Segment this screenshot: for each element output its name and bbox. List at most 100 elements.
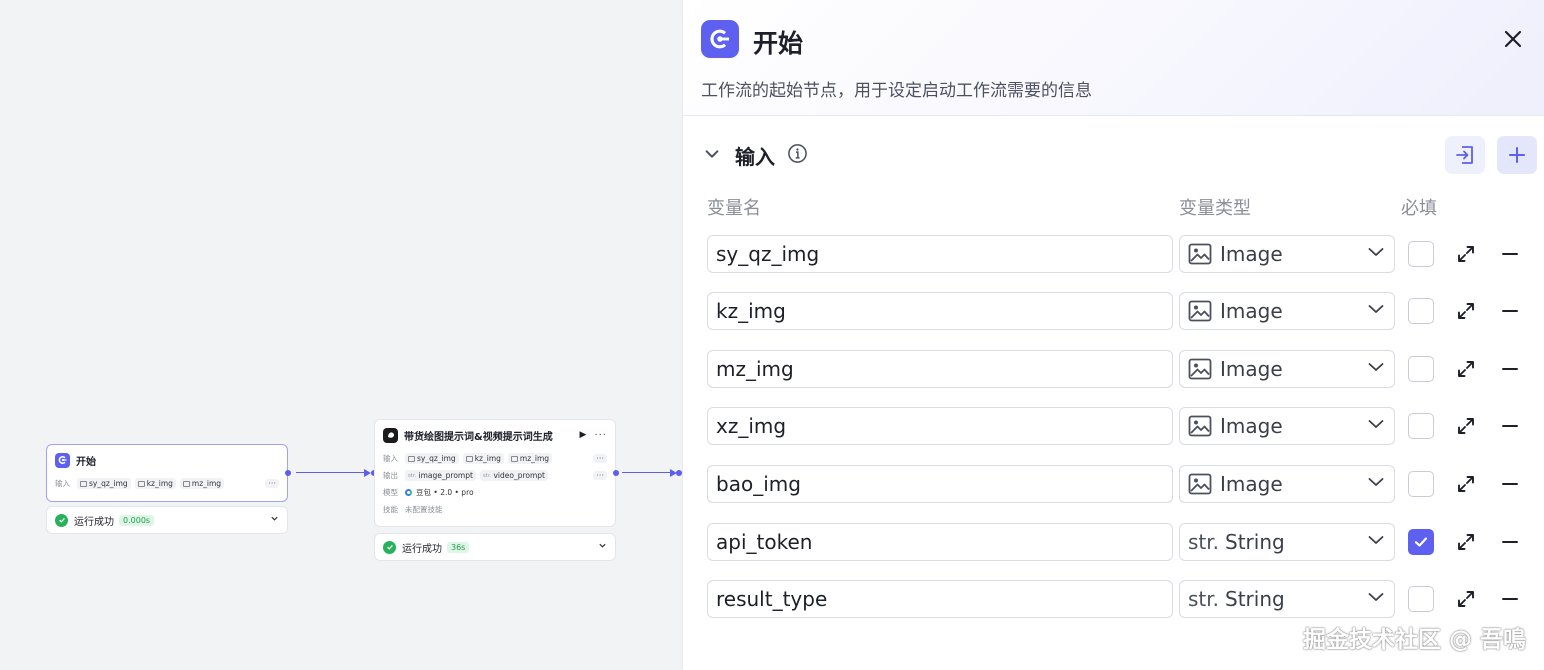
run-icon[interactable]: ▶ [580,430,587,440]
node-config-panel: 开始 工作流的起始节点，用于设定启动工作流需要的信息 输入 变量名 变量类型 必… [682,0,1544,670]
variable-type-select[interactable]: Image [1179,292,1395,330]
variable-name-input[interactable] [707,580,1173,618]
llm-node-status[interactable]: 运行成功 36s [374,533,616,561]
skill-label: 技能 [383,505,398,514]
required-checkbox[interactable] [1408,241,1434,267]
edge-start-to-llm [296,472,364,473]
close-button[interactable] [1498,24,1528,54]
remove-variable-button[interactable] [1499,243,1521,265]
expand-icon [1458,476,1474,492]
add-variable-button[interactable] [1497,136,1537,174]
minus-icon [1502,425,1518,427]
variable-name-input[interactable] [707,292,1173,330]
llm-node-output-port[interactable] [613,470,619,476]
image-icon [465,455,473,462]
image-icon [1188,358,1212,380]
variable-name-input[interactable] [707,407,1173,445]
llm-node-inputs: 输入 sy_qz_img kz_img mz_img ··· [375,450,615,467]
llm-node-model: 模型 豆包 • 2.0 • pro [375,484,615,501]
chevron-down-icon [1366,299,1386,323]
image-icon [1188,300,1212,322]
more-outputs-button[interactable]: ··· [593,471,607,480]
expand-button[interactable] [1455,415,1477,437]
expand-icon [1458,534,1474,550]
variable-name-input[interactable] [707,465,1173,503]
status-text: 运行成功 [74,516,114,528]
image-icon [182,480,190,487]
chevron-down-icon [1366,587,1386,611]
expand-button[interactable] [1455,588,1477,610]
variable-type-select[interactable]: Image [1179,407,1395,445]
start-node[interactable]: 开始 输入 sy_qz_img kz_img mz_img ··· [46,444,288,502]
required-checkbox[interactable] [1408,529,1434,555]
expand-button[interactable] [1455,531,1477,553]
success-check-icon [55,513,68,527]
image-icon [80,480,87,487]
remove-variable-button[interactable] [1499,415,1521,437]
variable-type-select[interactable]: str. String [1179,523,1395,561]
plus-icon [1509,147,1525,163]
variable-type-select[interactable]: Image [1179,235,1395,273]
llm-node[interactable]: 带货绘图提示词&视频提示词生成 ▶ ··· 输入 sy_qz_img kz_im… [374,419,616,527]
start-node-status[interactable]: 运行成功 0.000s [46,506,288,534]
import-icon [1456,146,1473,164]
info-icon[interactable] [787,143,808,168]
start-node-output-port[interactable] [285,470,291,476]
expand-icon [1458,418,1474,434]
model-value: 豆包 • 2.0 • pro [416,488,474,497]
remove-variable-button[interactable] [1499,358,1521,380]
variable-name-input[interactable] [707,235,1173,273]
required-checkbox[interactable] [1408,413,1434,439]
input-chip: mz_img [179,478,225,489]
input-chip: sy_qz_img [405,453,459,464]
expand-button[interactable] [1455,473,1477,495]
chevron-down-icon[interactable] [270,514,279,526]
variable-name-input[interactable] [707,350,1173,388]
chevron-down-icon[interactable] [703,145,721,167]
image-icon [1188,473,1212,495]
image-icon [408,455,415,462]
required-checkbox[interactable] [1408,356,1434,382]
more-inputs-button[interactable]: ··· [593,454,607,463]
variable-type-label: String [1225,530,1285,554]
more-icon[interactable]: ··· [594,430,607,441]
image-icon [1188,415,1212,437]
output-chip: str. image_prompt [405,470,476,481]
remove-variable-button[interactable] [1499,473,1521,495]
required-checkbox[interactable] [1408,298,1434,324]
string-icon: str. [1188,530,1220,554]
remove-variable-button[interactable] [1499,588,1521,610]
variable-type-select[interactable]: Image [1179,350,1395,388]
required-checkbox[interactable] [1408,586,1434,612]
expand-button[interactable] [1455,243,1477,265]
minus-icon [1502,253,1518,255]
expand-button[interactable] [1455,358,1477,380]
variable-type-label: String [1225,587,1285,611]
input-chip: kz_img [462,453,504,464]
variable-type-label: Image [1220,357,1283,381]
remove-variable-button[interactable] [1499,531,1521,553]
status-time-badge: 0.000s [119,514,155,526]
required-checkbox[interactable] [1408,471,1434,497]
workflow-canvas[interactable]: 开始 输入 sy_qz_img kz_img mz_img ··· 运行成功 0… [0,0,682,670]
section-title: 输入 [735,145,775,169]
expand-button[interactable] [1455,300,1477,322]
minus-icon [1502,368,1518,370]
chevron-down-icon[interactable] [598,541,607,553]
image-icon [510,455,518,462]
variable-type-select[interactable]: str. String [1179,580,1395,618]
image-icon [137,480,145,487]
import-variables-button[interactable] [1445,136,1485,174]
variable-name-input[interactable] [707,523,1173,561]
string-icon: str. [408,472,417,479]
string-icon: str. [1188,587,1220,611]
variable-type-select[interactable]: Image [1179,465,1395,503]
image-icon [1188,243,1212,265]
llm-node-title: 带货绘图提示词&视频提示词生成 [404,431,553,443]
output-label: 输出 [383,471,398,480]
remove-variable-button[interactable] [1499,300,1521,322]
status-time-badge: 36s [447,541,470,553]
output-chip: str. video_prompt [479,470,548,481]
more-inputs-button[interactable]: ··· [265,479,279,488]
edge-arrow-icon [364,469,371,477]
